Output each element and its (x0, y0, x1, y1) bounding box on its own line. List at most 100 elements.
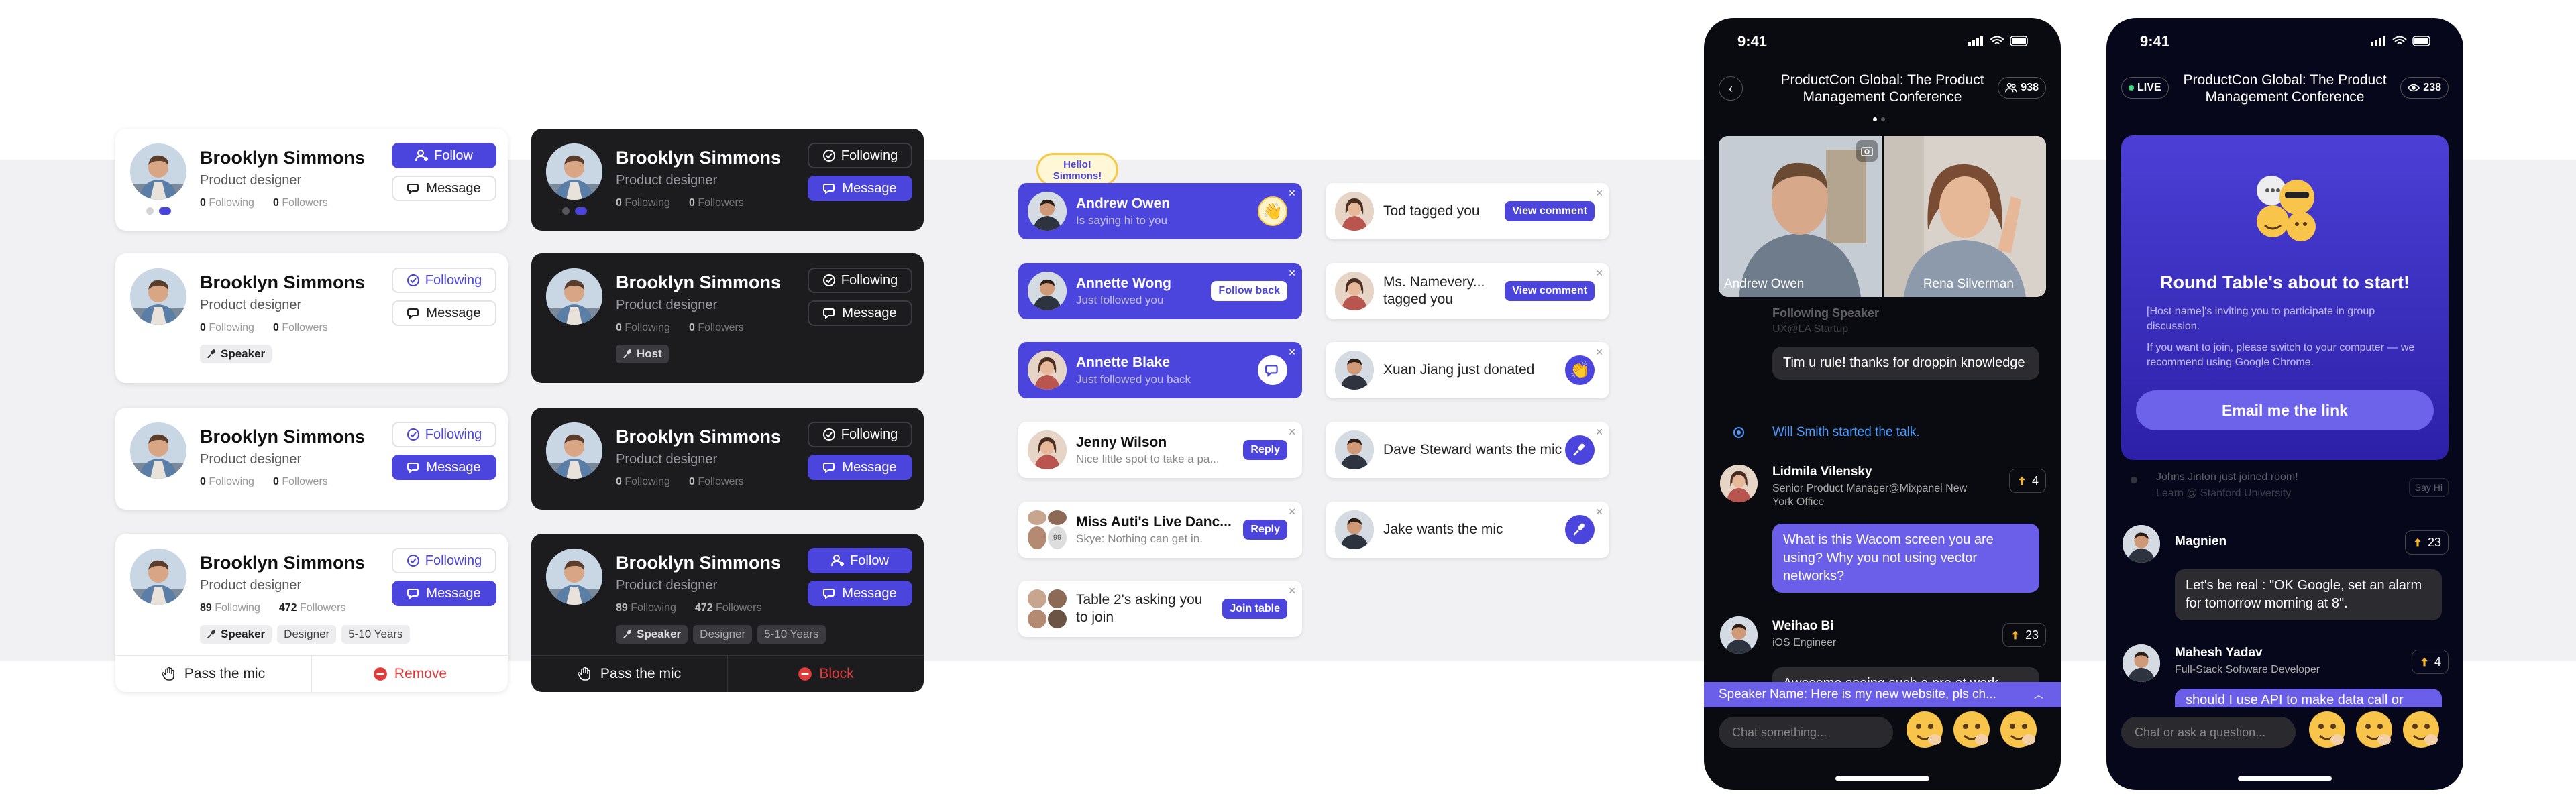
notification-card[interactable]: Annette Wong Just followed you Follow bac… (1018, 263, 1302, 319)
remove-button[interactable]: Remove (312, 656, 508, 692)
email-link-button[interactable]: Email me the link (2136, 390, 2434, 430)
emoji-reaction-icon[interactable] (2308, 710, 2347, 749)
notification-card[interactable]: Andrew Owen Is saying hi to you 👋 ✕ (1018, 183, 1302, 239)
close-icon[interactable]: ✕ (1288, 268, 1296, 278)
wave-button[interactable]: 👋 (1258, 196, 1287, 226)
reply-button[interactable]: Reply (1243, 440, 1287, 460)
avatar[interactable] (546, 143, 602, 200)
avatar[interactable] (2123, 525, 2160, 563)
chat-input[interactable]: Chat or ask a question... (2121, 717, 2296, 748)
upvote-button[interactable]: 4 (2411, 650, 2449, 674)
notification-card[interactable]: Jenny Wilson Nice little spot to take a p… (1018, 422, 1302, 478)
group-avatar: 99 (1028, 510, 1067, 549)
avatar[interactable] (130, 268, 186, 325)
mic-button[interactable] (1565, 435, 1595, 465)
notification-card[interactable]: Annette Blake Just followed you back ✕ (1018, 342, 1302, 398)
pass-mic-button[interactable]: Pass the mic (115, 656, 312, 692)
notification-card[interactable]: Jake wants the mic ✕ (1326, 502, 1609, 558)
upvote-button[interactable]: 4 (2008, 469, 2046, 493)
emoji-reaction-icon[interactable] (1905, 710, 1944, 749)
message-button[interactable]: Message (808, 581, 912, 606)
avatar[interactable] (130, 143, 186, 200)
follow-button[interactable]: Follow (808, 548, 912, 573)
message-button[interactable]: Message (392, 455, 496, 480)
emoji-reaction-icon[interactable] (1952, 710, 1991, 749)
chat-button[interactable] (1258, 355, 1287, 385)
following-button[interactable]: Following (392, 548, 496, 573)
follow-button[interactable]: Follow (392, 143, 496, 168)
phone-screen-conference: 9:41 ‹ ProductCon Global: The Product Ma… (1704, 18, 2061, 790)
event-title: ProductCon Global: The Product Managemen… (1780, 72, 1984, 105)
avatar[interactable] (1720, 616, 1758, 654)
block-button[interactable]: Block (728, 656, 924, 692)
avatar[interactable] (130, 549, 186, 605)
profile-name: Brooklyn Simmons (616, 148, 782, 168)
notification-card[interactable]: Table 2's asking you to join Join table … (1018, 581, 1302, 637)
view-comment-button[interactable]: View comment (1505, 281, 1595, 301)
close-icon[interactable]: ✕ (1288, 427, 1296, 437)
message-button[interactable]: Message (392, 176, 496, 201)
notification-card[interactable]: 99 Miss Auti's Live Danc... Skye: Nothing… (1018, 502, 1302, 558)
avatar[interactable] (130, 422, 186, 479)
status-time: 9:41 (1737, 33, 1768, 50)
close-icon[interactable]: ✕ (1288, 347, 1296, 357)
message-button[interactable]: Message (808, 455, 912, 480)
emoji-reaction-icon[interactable] (2402, 710, 2440, 749)
profile-role: Product designer (616, 298, 718, 312)
notification-card[interactable]: Dave Steward wants the mic ✕ (1326, 422, 1609, 478)
status-icons (1968, 36, 2030, 46)
close-icon[interactable]: ✕ (1288, 507, 1296, 516)
avatar[interactable] (546, 422, 602, 479)
avatar[interactable] (1720, 465, 1758, 502)
profile-name: Brooklyn Simmons (200, 553, 366, 573)
avatar (1335, 272, 1374, 310)
video-tile-rena[interactable]: Rena Silverman (1883, 136, 2046, 297)
close-icon[interactable]: ✕ (1595, 507, 1603, 516)
close-icon[interactable]: ✕ (1595, 268, 1603, 278)
speaker-tag: Speaker (200, 625, 272, 644)
message-button[interactable]: Message (808, 300, 912, 326)
speaker-tag: Speaker (200, 345, 272, 363)
close-icon[interactable]: ✕ (1595, 188, 1603, 198)
reply-button[interactable]: Reply (1243, 520, 1287, 540)
notification-text: Table 2's asking you to join (1076, 592, 1203, 625)
clap-button[interactable]: 👏 (1565, 355, 1595, 385)
view-comment-button[interactable]: View comment (1505, 201, 1595, 221)
notification-card[interactable]: Ms. Namevery... tagged you View comment … (1326, 263, 1609, 319)
pass-mic-button[interactable]: Pass the mic (531, 656, 728, 692)
profile-name: Brooklyn Simmons (616, 426, 782, 447)
close-icon[interactable]: ✕ (1595, 347, 1603, 357)
profile-role: Product designer (616, 452, 718, 467)
close-icon[interactable]: ✕ (1288, 188, 1296, 198)
back-button[interactable]: ‹ (1719, 76, 1743, 101)
close-icon[interactable]: ✕ (1288, 586, 1296, 595)
following-button[interactable]: Following (808, 143, 912, 168)
message-button[interactable]: Message (808, 176, 912, 201)
avatar[interactable] (546, 549, 602, 605)
message-button[interactable]: Message (392, 300, 496, 326)
emoji-reaction-icon[interactable] (1999, 710, 2038, 749)
emoji-reaction-icon[interactable] (2355, 710, 2394, 749)
notification-card[interactable]: Tod tagged you View comment ✕ (1326, 183, 1609, 239)
profile-name: Brooklyn Simmons (616, 272, 782, 292)
group-avatar (1028, 589, 1067, 628)
avatar[interactable] (2123, 644, 2160, 682)
join-table-button[interactable]: Join table (1222, 599, 1287, 619)
camera-icon[interactable] (1856, 140, 1878, 162)
upvote-button[interactable]: 23 (2002, 623, 2046, 647)
avatar[interactable] (546, 268, 602, 325)
speaker-banner[interactable]: Speaker Name: Here is my new website, pl… (1704, 682, 2061, 707)
following-button[interactable]: Following (392, 422, 496, 447)
follow-back-button[interactable]: Follow back (1211, 281, 1287, 301)
notification-card[interactable]: Xuan Jiang just donated 👏 ✕ (1326, 342, 1609, 398)
following-button[interactable]: Following (392, 268, 496, 293)
upvote-button[interactable]: 23 (2404, 530, 2449, 555)
close-icon[interactable]: ✕ (1595, 427, 1603, 437)
mic-button[interactable] (1565, 515, 1595, 544)
following-button[interactable]: Following (808, 422, 912, 447)
chat-input[interactable]: Chat something... (1719, 717, 1893, 748)
notification-title: Annette Wong (1076, 275, 1171, 291)
message-button[interactable]: Message (392, 581, 496, 606)
following-button[interactable]: Following (808, 268, 912, 293)
video-tile-andrew[interactable]: Andrew Owen (1719, 136, 1882, 297)
